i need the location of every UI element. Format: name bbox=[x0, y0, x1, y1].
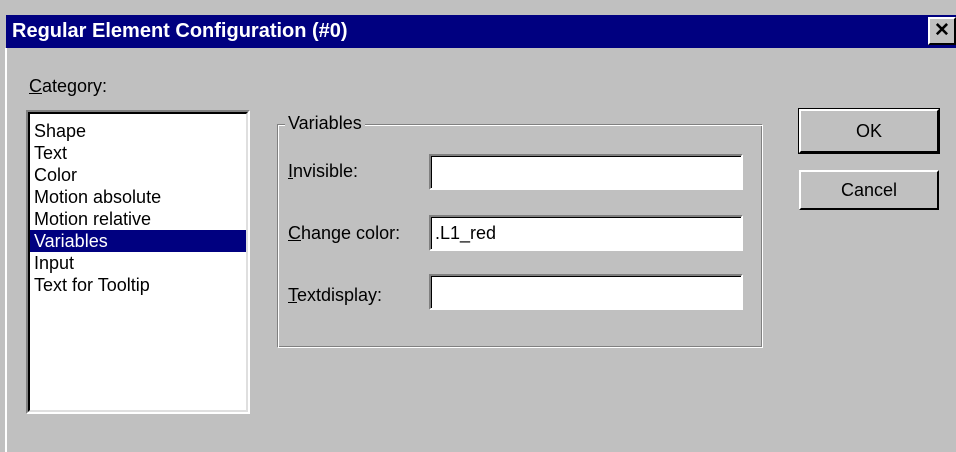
textdisplay-label: Textdisplay: bbox=[288, 285, 383, 305]
list-item[interactable]: Text bbox=[30, 142, 246, 164]
cancel-button[interactable]: Cancel bbox=[799, 170, 939, 210]
dialog-left-border bbox=[5, 48, 7, 452]
list-item[interactable]: Shape bbox=[30, 120, 246, 142]
list-item[interactable]: Motion relative bbox=[30, 208, 246, 230]
title-bar[interactable]: Regular Element Configuration (#0) ✕ bbox=[6, 15, 956, 48]
close-icon: ✕ bbox=[934, 20, 950, 41]
invisible-label: Invisible: bbox=[288, 161, 359, 181]
list-item[interactable]: Color bbox=[30, 164, 246, 186]
change-color-label: Change color: bbox=[288, 223, 401, 243]
textdisplay-input[interactable] bbox=[429, 274, 743, 310]
list-item[interactable]: Text for Tooltip bbox=[30, 274, 246, 296]
ok-button[interactable]: OK bbox=[798, 108, 940, 154]
invisible-input[interactable] bbox=[429, 154, 743, 190]
list-item[interactable]: Motion absolute bbox=[30, 186, 246, 208]
close-button[interactable]: ✕ bbox=[928, 17, 956, 45]
variables-group-title: Variables bbox=[285, 113, 365, 134]
category-label: Category: bbox=[29, 76, 108, 96]
list-item[interactable]: Input bbox=[30, 252, 246, 274]
change-color-input[interactable]: .L1_red bbox=[429, 215, 743, 251]
list-item-selected[interactable]: Variables bbox=[30, 230, 246, 252]
window-title: Regular Element Configuration (#0) bbox=[12, 20, 348, 42]
category-listbox[interactable]: Shape Text Color Motion absolute Motion … bbox=[26, 110, 250, 414]
